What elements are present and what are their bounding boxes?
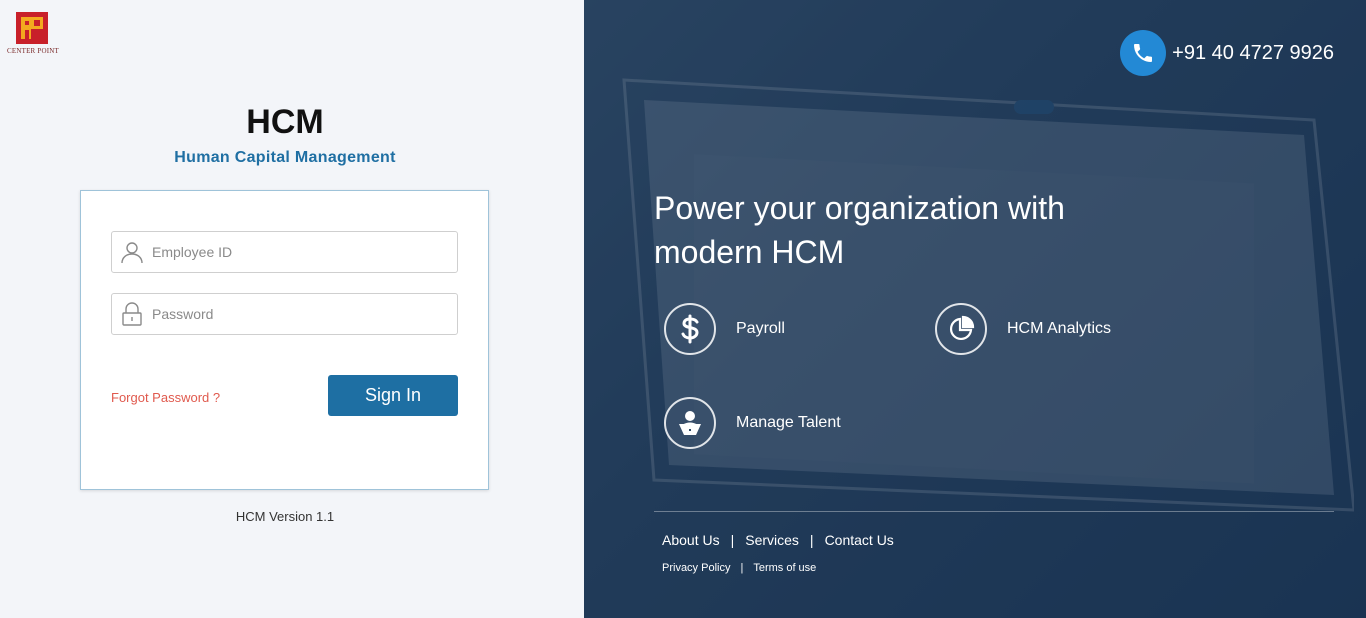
terms-of-use-link[interactable]: Terms of use <box>753 562 816 574</box>
center-point-logo: CENTER POINT <box>3 12 63 58</box>
footer-sub-links: Privacy Policy | Terms of use <box>662 562 816 574</box>
pie-chart-icon <box>935 303 987 355</box>
feature-analytics: HCM Analytics <box>935 303 1111 355</box>
contact-us-link[interactable]: Contact Us <box>825 532 894 548</box>
dollar-icon <box>664 303 716 355</box>
version-label: HCM Version 1.1 <box>235 509 335 524</box>
phone-contact[interactable]: +91 40 4727 9926 <box>1120 30 1334 76</box>
phone-icon <box>1120 30 1167 76</box>
employee-id-field[interactable] <box>111 231 458 273</box>
logo-mark-icon <box>16 12 48 44</box>
feature-label: Payroll <box>736 320 785 337</box>
sign-in-button[interactable]: Sign In <box>328 375 458 416</box>
feature-label: HCM Analytics <box>1007 320 1112 337</box>
feature-label: Manage Talent <box>736 414 841 431</box>
feature-payroll: Payroll <box>664 303 785 355</box>
login-card: Forgot Password ? Sign In <box>80 190 489 490</box>
user-icon <box>112 232 152 272</box>
password-input[interactable] <box>152 295 457 333</box>
app-subtitle: Human Capital Management <box>174 149 396 166</box>
login-panel: CENTER POINT HCM Human Capital Managemen… <box>0 0 584 618</box>
privacy-policy-link[interactable]: Privacy Policy <box>662 562 730 574</box>
password-field[interactable] <box>111 293 458 335</box>
footer-links: About Us | Services | Contact Us <box>662 532 894 548</box>
lock-icon <box>112 294 152 334</box>
about-us-link[interactable]: About Us <box>662 532 720 548</box>
promo-headline: Power your organization with modern HCM <box>654 190 1065 270</box>
footer-divider <box>654 511 1334 512</box>
link-separator: | <box>809 532 814 548</box>
phone-number: +91 40 4727 9926 <box>1172 41 1334 64</box>
promo-panel: +91 40 4727 9926 Power your organization… <box>584 0 1366 618</box>
forgot-password-link[interactable]: Forgot Password ? <box>111 390 220 405</box>
services-link[interactable]: Services <box>745 532 799 548</box>
app-title: HCM <box>246 103 324 141</box>
logo-text: CENTER POINT <box>7 47 59 55</box>
link-separator: | <box>730 532 735 548</box>
person-laptop-icon <box>664 397 716 449</box>
link-separator: | <box>740 562 744 574</box>
employee-id-input[interactable] <box>152 233 457 271</box>
feature-talent: Manage Talent <box>664 397 841 449</box>
